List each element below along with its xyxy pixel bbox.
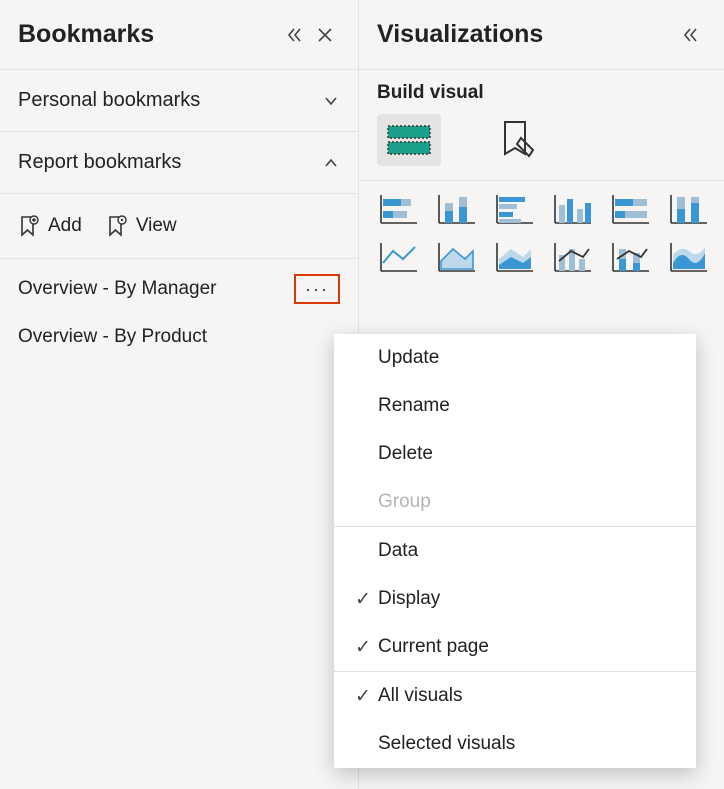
bookmark-name: Overview - By Product bbox=[18, 326, 340, 348]
menu-all-visuals[interactable]: ✓All visuals bbox=[334, 672, 696, 720]
viz-clustered-column-icon[interactable] bbox=[551, 191, 595, 227]
more-options-button[interactable]: ··· bbox=[294, 274, 340, 304]
menu-label: Data bbox=[378, 540, 418, 562]
add-bookmark-button[interactable]: Add bbox=[18, 214, 82, 238]
bookmark-view-icon bbox=[106, 214, 128, 238]
menu-update[interactable]: Update bbox=[334, 334, 696, 382]
viz-area-icon[interactable] bbox=[435, 239, 479, 275]
bookmark-context-menu: Update Rename Delete Group Data ✓Display… bbox=[334, 334, 696, 768]
visualizations-header: Visualizations bbox=[359, 0, 724, 70]
menu-delete[interactable]: Delete bbox=[334, 430, 696, 478]
format-visual-mode[interactable] bbox=[485, 114, 549, 166]
check-icon: ✓ bbox=[348, 588, 378, 611]
viz-100-stacked-column-icon[interactable] bbox=[667, 191, 711, 227]
viz-gallery bbox=[359, 180, 724, 285]
report-bookmarks-label: Report bookmarks bbox=[18, 151, 322, 174]
personal-bookmarks-header[interactable]: Personal bookmarks bbox=[0, 70, 358, 132]
menu-rename[interactable]: Rename bbox=[334, 382, 696, 430]
bookmarks-title: Bookmarks bbox=[18, 20, 280, 49]
view-bookmark-button[interactable]: View bbox=[106, 214, 177, 238]
bookmark-add-icon bbox=[18, 214, 40, 238]
bookmark-item[interactable]: Overview - By Product bbox=[0, 313, 358, 361]
viz-stacked-column-icon[interactable] bbox=[435, 191, 479, 227]
menu-selected-visuals[interactable]: Selected visuals bbox=[334, 720, 696, 768]
viz-ribbon-icon[interactable] bbox=[667, 239, 711, 275]
menu-label: Delete bbox=[378, 443, 433, 465]
menu-label: Group bbox=[378, 491, 431, 513]
menu-group: Group bbox=[334, 478, 696, 526]
viz-line-icon[interactable] bbox=[377, 239, 421, 275]
viz-clustered-bar-icon[interactable] bbox=[493, 191, 537, 227]
bookmark-actions: Add View bbox=[0, 194, 358, 258]
add-label: Add bbox=[48, 215, 82, 237]
bookmarks-header: Bookmarks bbox=[0, 0, 358, 70]
menu-display[interactable]: ✓Display bbox=[334, 575, 696, 623]
bookmark-name: Overview - By Manager bbox=[18, 278, 294, 300]
menu-label: Display bbox=[378, 588, 440, 610]
check-icon: ✓ bbox=[348, 685, 378, 708]
menu-current-page[interactable]: ✓Current page bbox=[334, 623, 696, 671]
check-icon: ✓ bbox=[348, 636, 378, 659]
chevron-down-icon bbox=[322, 92, 340, 110]
menu-label: Current page bbox=[378, 636, 489, 658]
bookmark-item[interactable]: Overview - By Manager ··· bbox=[0, 265, 358, 313]
view-label: View bbox=[136, 215, 177, 237]
menu-label: Update bbox=[378, 347, 439, 369]
chevron-up-icon bbox=[322, 154, 340, 172]
viz-line-stacked-column-icon[interactable] bbox=[609, 239, 653, 275]
menu-label: All visuals bbox=[378, 685, 462, 707]
mode-row bbox=[359, 110, 724, 180]
report-bookmarks-header[interactable]: Report bookmarks bbox=[0, 132, 358, 194]
menu-data[interactable]: Data bbox=[334, 527, 696, 575]
viz-stacked-bar-icon[interactable] bbox=[377, 191, 421, 227]
build-visual-label: Build visual bbox=[359, 70, 724, 110]
build-visual-mode[interactable] bbox=[377, 114, 441, 166]
report-bookmarks-body: Add View bbox=[0, 194, 358, 259]
menu-label: Rename bbox=[378, 395, 450, 417]
collapse-icon[interactable] bbox=[280, 20, 310, 50]
viz-100-stacked-bar-icon[interactable] bbox=[609, 191, 653, 227]
viz-line-clustered-column-icon[interactable] bbox=[551, 239, 595, 275]
viz-stacked-area-icon[interactable] bbox=[493, 239, 537, 275]
personal-bookmarks-label: Personal bookmarks bbox=[18, 89, 322, 112]
close-icon[interactable] bbox=[310, 20, 340, 50]
bookmarks-pane: Bookmarks Personal bookmarks Report book… bbox=[0, 0, 358, 789]
collapse-icon[interactable] bbox=[676, 20, 706, 50]
visualizations-title: Visualizations bbox=[377, 20, 676, 49]
menu-label: Selected visuals bbox=[378, 733, 515, 755]
